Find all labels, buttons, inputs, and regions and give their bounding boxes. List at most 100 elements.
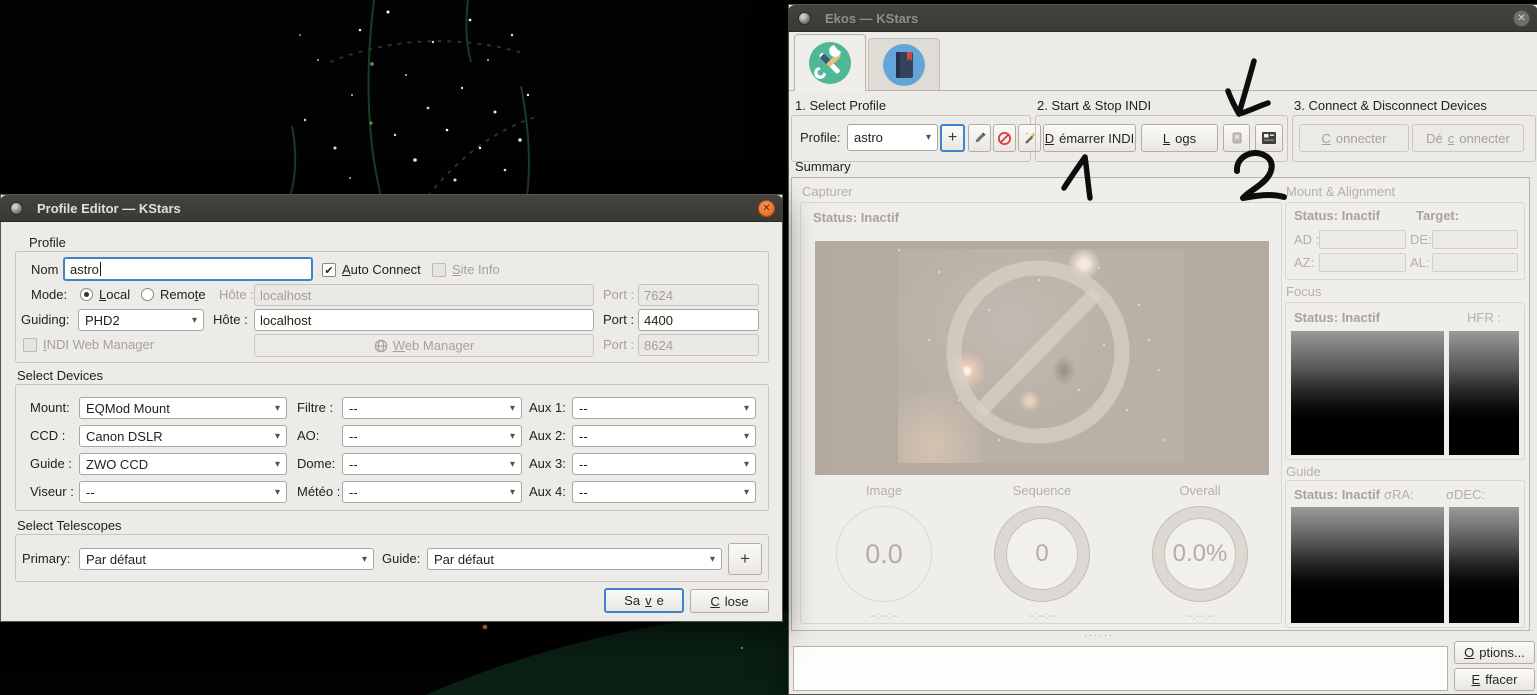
web-manager-button[interactable]: Web Manager (254, 334, 594, 357)
mount-az-label: AZ: (1294, 255, 1315, 270)
remote-host-input[interactable]: localhost (254, 284, 594, 306)
progress-overall: Overall 0.0% --:--:-- (1125, 483, 1275, 622)
indi-control-panel-button[interactable] (1223, 124, 1250, 152)
capture-preview (815, 241, 1269, 475)
close-icon[interactable]: ✕ (758, 199, 775, 217)
ccd-device-select[interactable]: Canon DSLR ▾ (79, 425, 287, 447)
connect-button[interactable]: Connecter (1299, 124, 1409, 152)
chevron-down-icon: ▾ (743, 458, 749, 470)
guide-drift-plot (1291, 507, 1444, 623)
mode-remote-label[interactable]: Remote (160, 284, 206, 306)
save-button[interactable]: Sa v e (604, 588, 684, 613)
ccd-device-label: CCD : (30, 428, 66, 443)
book-icon (883, 44, 925, 86)
close-button[interactable]: Close (690, 589, 769, 613)
splitter-handle[interactable]: ······ (1084, 630, 1234, 640)
indi-web-manager-checkbox[interactable] (23, 338, 37, 352)
chevron-down-icon: ▾ (509, 486, 515, 498)
add-profile-button[interactable]: + (940, 124, 965, 152)
profile-section-label: Profile (29, 235, 66, 250)
site-info-label: Site Info (452, 262, 500, 277)
mode-local-label[interactable]: Local (99, 284, 130, 306)
focus-status: Status: Inactif (1294, 310, 1380, 325)
chevron-down-icon: ▾ (274, 430, 280, 442)
aux1-device-label: Aux 1: (529, 400, 566, 415)
window-title: Profile Editor — KStars (37, 200, 181, 216)
guider-host-input[interactable]: localhost (254, 309, 594, 331)
weather-device-select[interactable]: -- ▾ (342, 481, 522, 503)
connect-groupbox: Connecter Dé c onnecter (1292, 115, 1536, 162)
web-port-input[interactable]: 8624 (638, 334, 759, 356)
section-connect-devices: 3. Connect & Disconnect Devices (1294, 98, 1487, 113)
section-start-stop-indi: 2. Start & Stop INDI (1037, 98, 1152, 113)
focus-group-title: Focus (1286, 284, 1322, 299)
site-info-checkbox[interactable] (432, 263, 446, 277)
name-label: Nom : (31, 262, 66, 277)
aux3-device-select[interactable]: -- ▾ (572, 453, 756, 475)
text-cursor (99, 262, 101, 276)
primary-telescope-select[interactable]: Par défaut ▾ (79, 548, 374, 570)
window-icon (798, 11, 811, 25)
options-button[interactable]: Options... (1454, 641, 1535, 664)
profile-groupbox: Profile: astro ▾ + (791, 115, 1041, 162)
mode-local-radio[interactable] (80, 288, 93, 301)
guide-telescope-select[interactable]: Par défaut ▾ (427, 548, 722, 570)
add-telescope-button[interactable]: + (728, 543, 762, 575)
ekos-titlebar[interactable]: Ekos — KStars ✕ (788, 5, 1537, 32)
tab-ekos-setup[interactable] (794, 34, 866, 91)
name-input[interactable]: astro (63, 257, 313, 281)
close-icon[interactable]: ✕ (1513, 9, 1530, 27)
progress-sequence-value: 0 (1035, 540, 1049, 567)
mount-al-field (1432, 253, 1518, 272)
auto-connect-label[interactable]: Auto Connect (342, 259, 421, 281)
chevron-down-icon: ▾ (509, 458, 515, 470)
progress-overall-label: Overall (1179, 483, 1221, 498)
message-log-box[interactable] (793, 646, 1448, 691)
disconnect-button[interactable]: Dé c onnecter (1412, 124, 1524, 152)
progress-overall-value: 0.0% (1172, 540, 1228, 567)
weather-device-label: Météo : (297, 484, 341, 499)
guide-status: Status: Inactif (1294, 487, 1380, 502)
guider-port-input[interactable]: 4400 (638, 309, 759, 331)
start-indi-button[interactable]: Démarrer INDI (1043, 124, 1136, 152)
profile-select[interactable]: astro ▾ (847, 124, 938, 151)
chevron-down-icon: ▾ (509, 402, 515, 414)
viewer-device-select[interactable]: -- ▾ (79, 481, 287, 503)
progress-sequence-time: --:--:-- (1027, 610, 1057, 622)
aux1-device-select[interactable]: -- ▾ (572, 397, 756, 419)
mount-device-select[interactable]: EQMod Mount ▾ (79, 397, 287, 419)
aux4-device-select[interactable]: -- ▾ (572, 481, 756, 503)
clear-button[interactable]: Effacer (1454, 668, 1535, 691)
delete-profile-button[interactable] (993, 124, 1016, 152)
progress-sequence-circle: 0 (994, 506, 1090, 602)
mount-ad-field (1319, 230, 1406, 249)
aux2-device-select[interactable]: -- ▾ (572, 425, 756, 447)
globe-icon (374, 339, 388, 352)
edit-profile-button[interactable] (968, 124, 991, 152)
editor-titlebar[interactable]: Profile Editor — KStars ✕ (0, 195, 783, 222)
remote-port-input[interactable]: 7624 (638, 284, 759, 306)
ao-device-select[interactable]: -- ▾ (342, 425, 522, 447)
chevron-down-icon: ▾ (274, 458, 280, 470)
logs-button[interactable]: Logs (1141, 124, 1218, 152)
devices-section-frame: Mount: EQMod Mount ▾ Filtre : -- ▾ Aux 1: … (15, 384, 769, 511)
dome-device-select[interactable]: -- ▾ (342, 453, 522, 475)
remote-port-label: Port : (603, 287, 635, 302)
capture-group: Status: Inactif Image 0.0 --:--:-- Seque… (800, 202, 1282, 624)
filter-device-select[interactable]: -- ▾ (342, 397, 522, 419)
guide-sigma-dec-label: σDEC: (1446, 487, 1486, 502)
guider-port-label: Port : (603, 312, 635, 327)
tab-scheduler[interactable] (868, 38, 940, 91)
guide-device-select[interactable]: ZWO CCD ▾ (79, 453, 287, 475)
mode-remote-radio[interactable] (141, 288, 154, 301)
auto-connect-checkbox[interactable]: ✔ (322, 263, 336, 277)
chevron-down-icon: ▾ (709, 553, 715, 565)
guide-telescope-label: Guide: (382, 551, 421, 566)
mount-az-field (1319, 253, 1406, 272)
mount-al-label: AL: (1410, 255, 1430, 270)
mount-status: Status: Inactif (1294, 208, 1380, 223)
ekos-options-button[interactable] (1255, 124, 1283, 152)
aux3-device-label: Aux 3: (529, 456, 566, 471)
guiding-select[interactable]: PHD2 ▾ (78, 309, 204, 331)
panel-list-icon (1262, 132, 1276, 144)
